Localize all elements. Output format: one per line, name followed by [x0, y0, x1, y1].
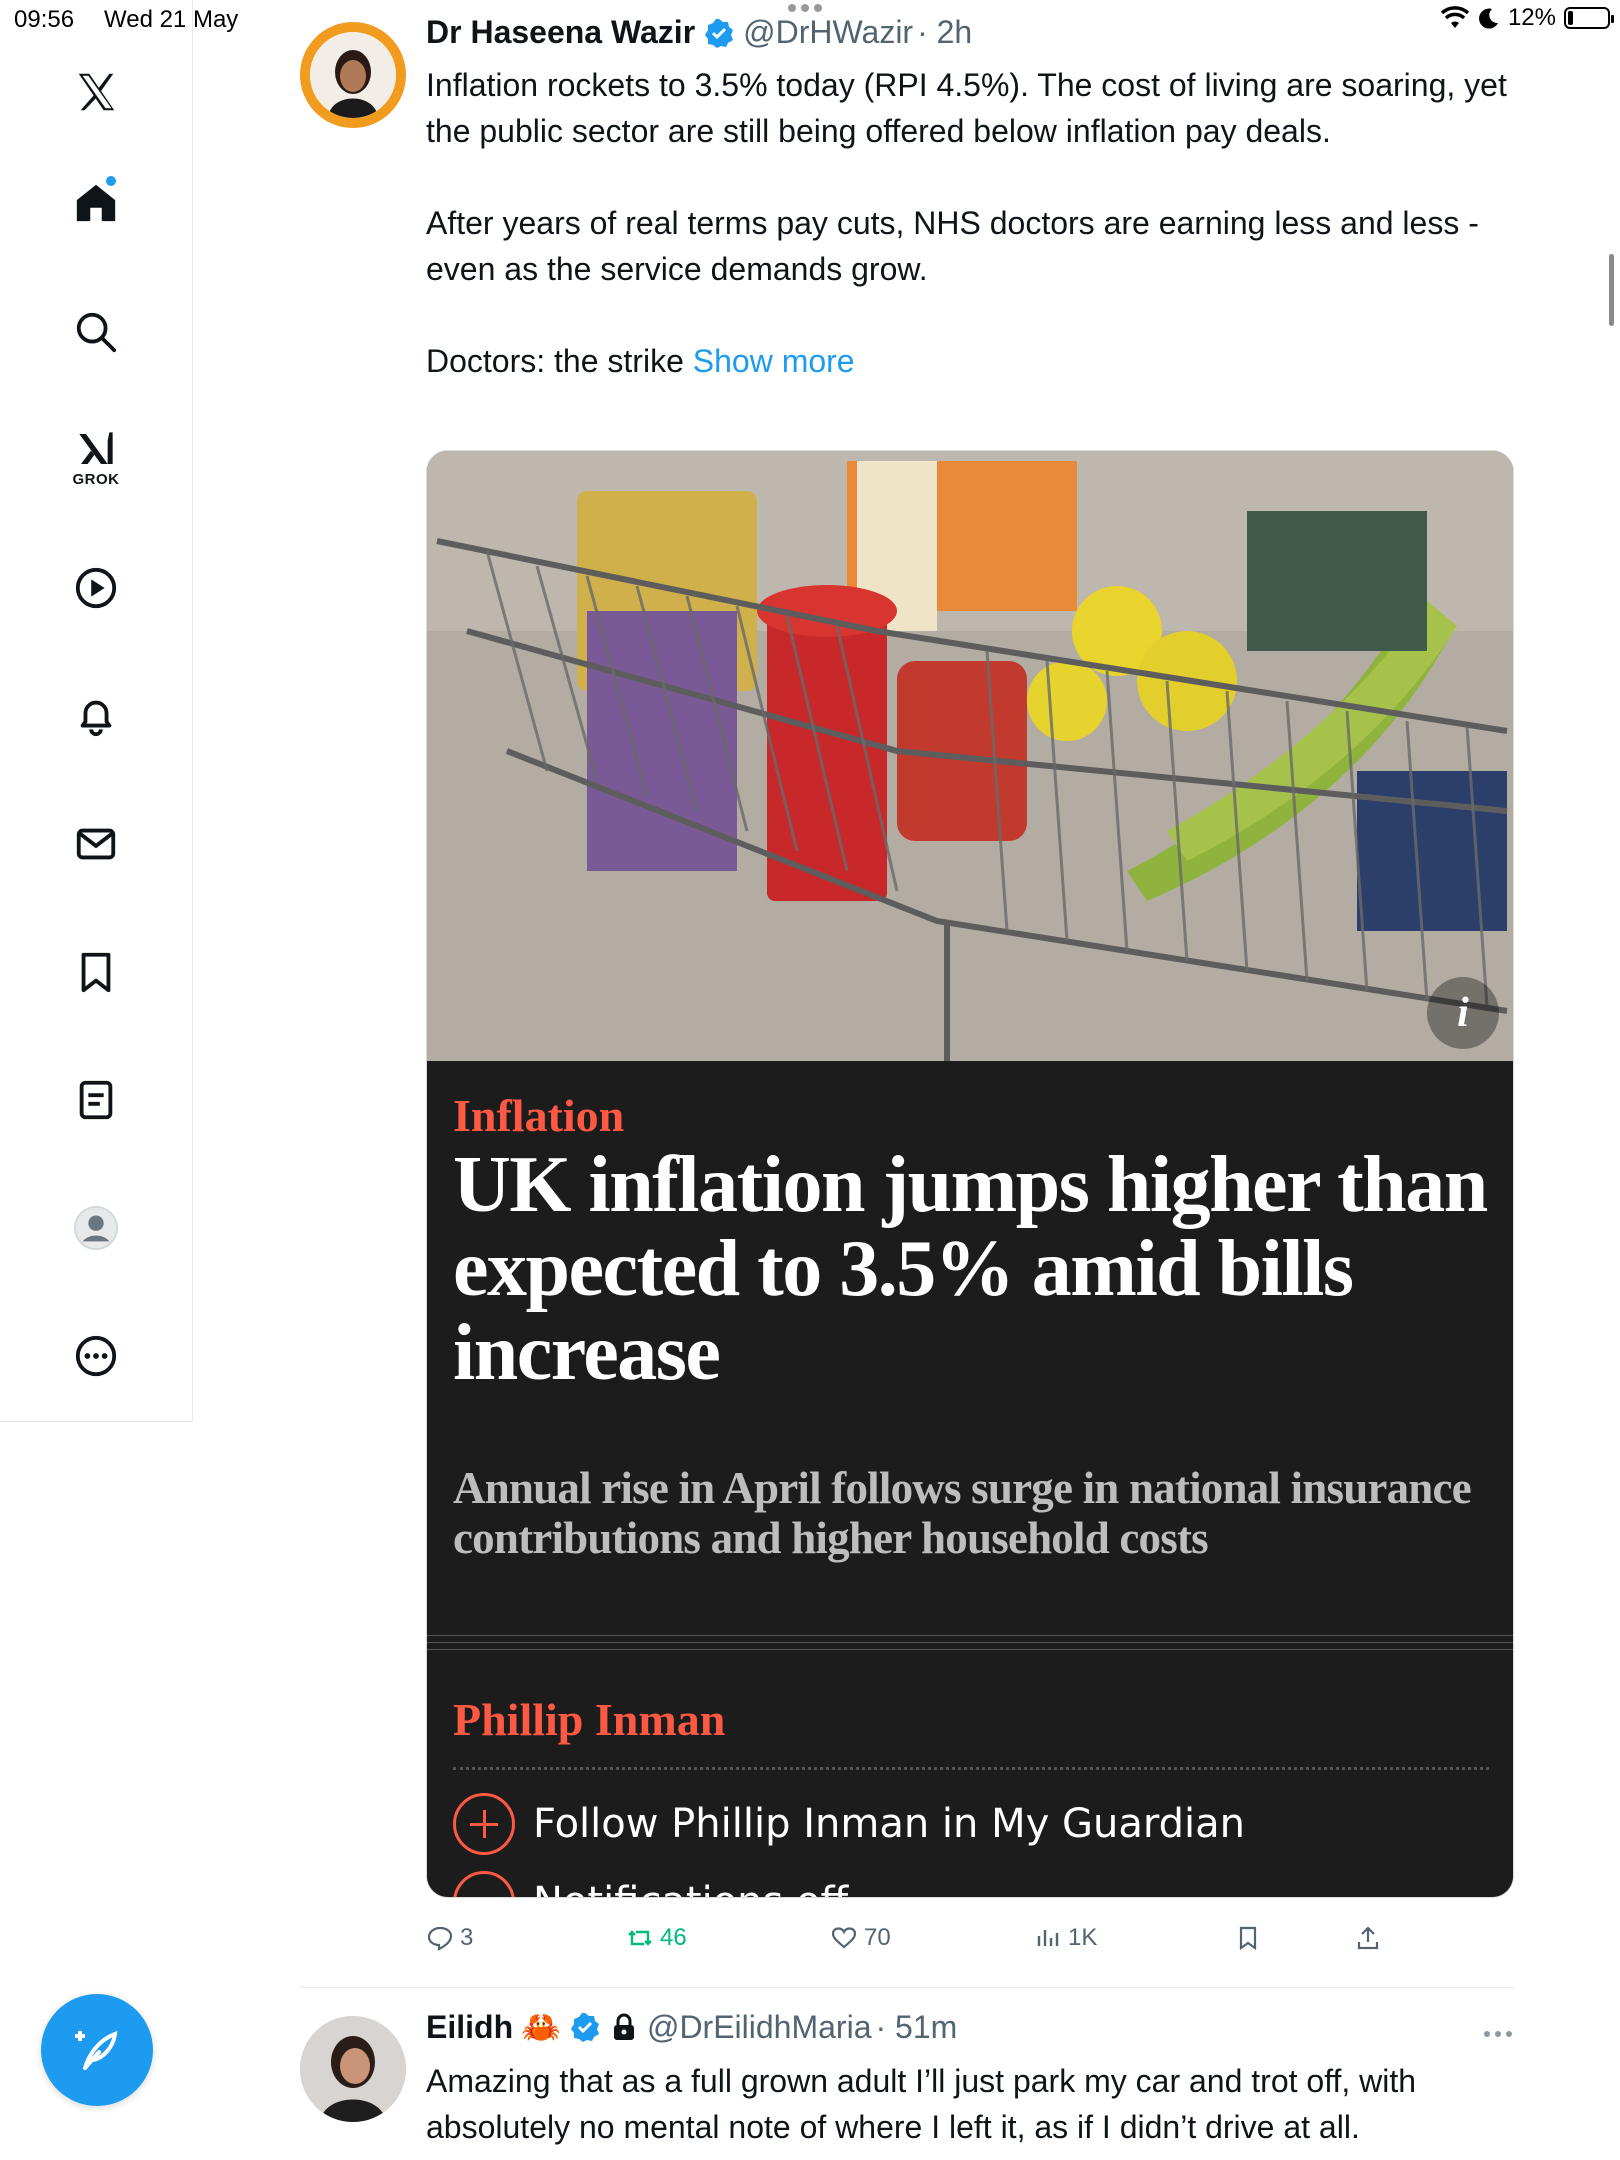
- home-icon[interactable]: [56, 162, 136, 242]
- tweet-paragraph: After years of real terms pay cuts, NHS …: [426, 205, 1479, 287]
- follow-author-row: Follow Phillip Inman in My Guardian: [453, 1793, 1245, 1855]
- x-logo-icon[interactable]: [56, 52, 136, 132]
- tweet-actions: 3 46 70 1K: [426, 1924, 1426, 1964]
- truncated-text: Doctors: the strike: [426, 343, 693, 379]
- battery-icon: [1564, 7, 1614, 29]
- tweet-header: Eilidh 🦀 @DrEilidhMaria · 51m: [426, 2008, 957, 2046]
- article-standfirst: Annual rise in April follows surge in na…: [453, 1463, 1472, 1563]
- multitask-handle[interactable]: [788, 4, 822, 12]
- tweet-timestamp[interactable]: · 51m: [875, 2009, 957, 2046]
- like-count: 70: [864, 1924, 891, 1951]
- share-icon: [1357, 1926, 1379, 1950]
- video-icon[interactable]: [56, 548, 136, 628]
- article-preview: Inflation UK inflation jumps higher than…: [427, 1061, 1513, 1897]
- article-byline: Phillip Inman: [453, 1694, 726, 1745]
- tweet-paragraph: Inflation rockets to 3.5% today (RPI 4.5…: [426, 67, 1507, 149]
- status-indicators: 12%: [1440, 4, 1614, 32]
- reply-count: 3: [460, 1924, 474, 1951]
- compose-feather-icon: [75, 2030, 118, 2070]
- status-time: 09:56: [14, 6, 75, 33]
- retweet-button[interactable]: 46: [626, 1924, 687, 1952]
- scrollbar[interactable]: [1609, 254, 1614, 326]
- tweet-body: Inflation rockets to 3.5% today (RPI 4.5…: [426, 62, 1516, 384]
- analytics-icon: [1037, 1930, 1059, 1946]
- follow-author-label: Follow Phillip Inman in My Guardian: [533, 1801, 1245, 1847]
- bell-circle-icon: [453, 1871, 515, 1897]
- notifications-label: Notifications off: [533, 1879, 848, 1897]
- author-name[interactable]: Eilidh: [426, 2009, 513, 2046]
- bookmark-button[interactable]: [1234, 1924, 1262, 1952]
- notifications-row: Notifications off: [453, 1871, 848, 1897]
- share-button[interactable]: [1354, 1924, 1382, 1952]
- unread-dot: [106, 176, 116, 186]
- article-kicker: Inflation: [453, 1090, 625, 1141]
- lists-icon[interactable]: [56, 1060, 136, 1140]
- moon-icon: [1478, 8, 1498, 29]
- wifi-icon: [1440, 6, 1470, 28]
- tweet-divider: [300, 1987, 1514, 1988]
- tweet-body: Amazing that as a full grown adult I’ll …: [426, 2063, 1417, 2145]
- author-handle[interactable]: @DrEilidhMaria: [647, 2009, 872, 2046]
- bell-icon[interactable]: [56, 676, 136, 756]
- grok-icon: [79, 431, 113, 464]
- profile-avatar-icon[interactable]: [56, 1188, 136, 1268]
- sidebar: GROK: [0, 0, 193, 1422]
- article-rules: [427, 1635, 1513, 1659]
- tweet-paragraph-truncated: Doctors: the strike Show more: [426, 338, 1516, 384]
- bookmark-icon[interactable]: [56, 932, 136, 1012]
- views-button[interactable]: 1K: [1034, 1924, 1097, 1952]
- views-count: 1K: [1068, 1924, 1098, 1951]
- crab-emoji: 🦀: [521, 2009, 561, 2045]
- search-icon[interactable]: [56, 292, 136, 372]
- battery-percent: 12%: [1507, 4, 1556, 31]
- info-icon[interactable]: i: [1427, 977, 1499, 1049]
- status-bar: 09:56 Wed 21 May 12%: [0, 0, 1620, 40]
- dotted-divider: [453, 1767, 1489, 1770]
- reply-button[interactable]: 3: [426, 1924, 473, 1952]
- heart-icon: [831, 1927, 857, 1949]
- compose-button[interactable]: [41, 1994, 153, 2106]
- grok-nav[interactable]: GROK: [56, 418, 136, 498]
- grok-label: GROK: [72, 470, 120, 488]
- verified-badge-icon: [570, 2013, 599, 2042]
- show-more-link[interactable]: Show more: [693, 343, 855, 379]
- media-card[interactable]: i Inflation UK inflation jumps higher th…: [426, 450, 1514, 1898]
- article-headline: UK inflation jumps higher than expected …: [453, 1141, 1488, 1397]
- more-options-icon[interactable]: [56, 1316, 136, 1396]
- mail-icon[interactable]: [56, 804, 136, 884]
- like-button[interactable]: 70: [830, 1924, 891, 1952]
- retweet-count: 46: [660, 1924, 687, 1951]
- lock-icon: [613, 2013, 634, 2040]
- plus-circle-icon: [453, 1793, 515, 1855]
- more-options-button[interactable]: [1484, 2031, 1512, 2037]
- author-avatar[interactable]: [300, 2016, 406, 2122]
- status-date: Wed 21 May: [104, 6, 239, 33]
- shopping-trolley-photo: i: [427, 451, 1513, 1061]
- reply-icon: [427, 1926, 453, 1951]
- retweet-icon: [628, 1930, 652, 1946]
- bookmark-outline-icon: [1239, 1926, 1257, 1951]
